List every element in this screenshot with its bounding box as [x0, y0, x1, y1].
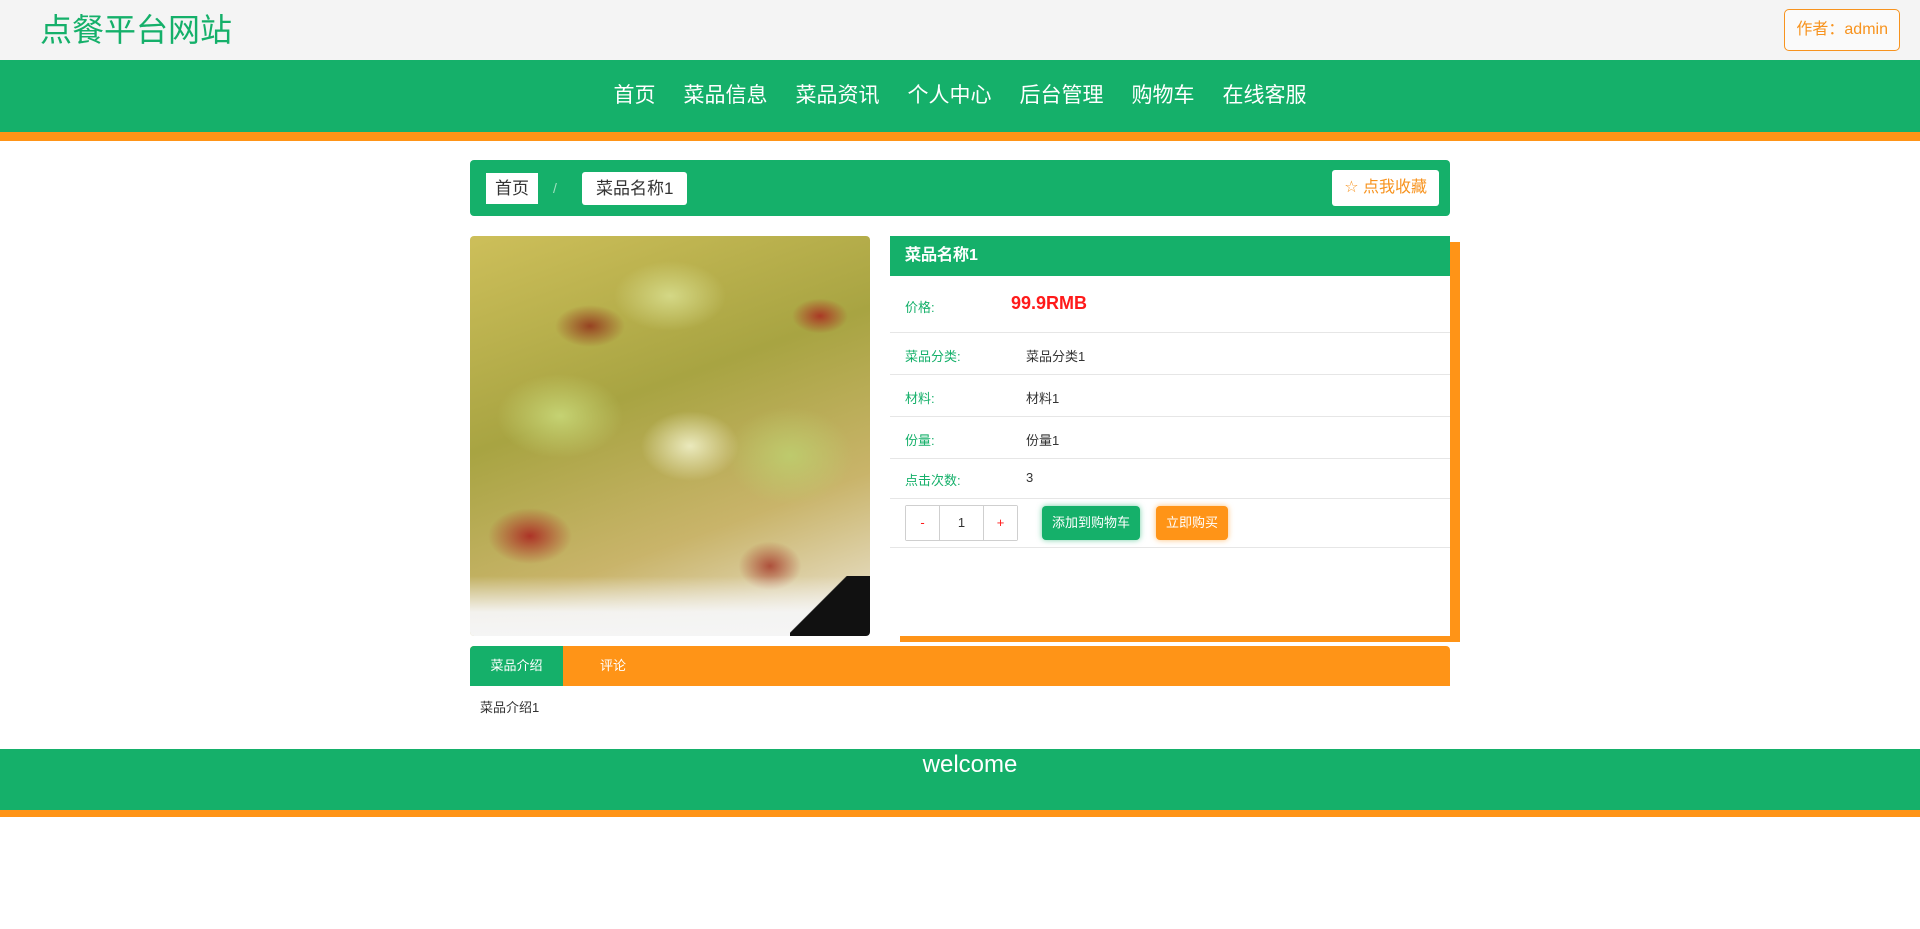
nav-item-admin[interactable]: 后台管理	[1006, 60, 1118, 132]
nav-item-cart[interactable]: 购物车	[1118, 60, 1209, 132]
author-button[interactable]: 作者：admin	[1784, 9, 1900, 51]
category-label: 菜品分类:	[905, 349, 961, 364]
breadcrumb: 首页 / 菜品名称1 ☆ 点我收藏	[470, 160, 1450, 216]
detail-tabs: 菜品介绍 评论	[470, 646, 1450, 686]
portion-value: 份量1	[1026, 433, 1060, 448]
favorite-button[interactable]: ☆ 点我收藏	[1332, 170, 1439, 206]
breadcrumb-current: 菜品名称1	[582, 172, 688, 205]
price-value: 99.9RMB	[1011, 293, 1088, 313]
quantity-minus-button[interactable]: -	[906, 506, 939, 540]
intro-content: 菜品介绍1	[480, 700, 540, 715]
quantity-plus-button[interactable]: +	[984, 506, 1017, 540]
clicks-row: 点击次数: 3	[890, 459, 1450, 499]
tab-comments[interactable]: 评论	[563, 646, 663, 686]
price-label: 价格:	[905, 300, 935, 315]
image-corner	[790, 576, 870, 636]
product-name: 菜品名称1	[890, 236, 1450, 276]
site-title[interactable]: 点餐平台网站	[40, 10, 232, 50]
nav-item-dish-info[interactable]: 菜品信息	[670, 60, 782, 132]
footer-text: welcome	[922, 751, 1018, 778]
category-row: 菜品分类: 菜品分类1	[890, 333, 1450, 375]
clicks-value: 3	[1026, 470, 1034, 485]
nav-item-support[interactable]: 在线客服	[1209, 60, 1321, 132]
nav-item-personal-center[interactable]: 个人中心	[894, 60, 1006, 132]
product-info-panel: 菜品名称1 价格: 99.9RMB 菜品分类: 菜品分类1 材料: 材料1 份量…	[890, 236, 1450, 636]
material-row: 材料: 材料1	[890, 375, 1450, 417]
actions-row: - 1 + 添加到购物车 立即购买	[890, 499, 1450, 548]
nav-item-dish-news[interactable]: 菜品资讯	[782, 60, 894, 132]
main-nav: 首页 菜品信息 菜品资讯 个人中心 后台管理 购物车 在线客服	[0, 60, 1920, 141]
portion-label: 份量:	[905, 433, 935, 448]
material-label: 材料:	[905, 391, 935, 406]
material-value: 材料1	[1026, 391, 1060, 406]
footer: welcome	[0, 749, 1920, 817]
category-value: 菜品分类1	[1026, 349, 1086, 364]
breadcrumb-home[interactable]: 首页	[486, 173, 538, 204]
top-bar: 点餐平台网站 作者：admin	[0, 0, 1920, 60]
buy-now-button[interactable]: 立即购买	[1156, 506, 1229, 540]
clicks-label: 点击次数:	[905, 473, 961, 488]
breadcrumb-separator: /	[553, 180, 557, 196]
nav-items: 首页 菜品信息 菜品资讯 个人中心 后台管理 购物车 在线客服	[0, 60, 1920, 132]
dish-image	[470, 236, 870, 636]
tab-intro[interactable]: 菜品介绍	[470, 646, 563, 686]
quantity-stepper: - 1 +	[905, 505, 1018, 541]
price-row: 价格: 99.9RMB	[890, 276, 1450, 333]
add-to-cart-button[interactable]: 添加到购物车	[1042, 506, 1141, 540]
nav-item-home[interactable]: 首页	[600, 60, 670, 132]
quantity-input[interactable]: 1	[939, 506, 984, 540]
portion-row: 份量: 份量1	[890, 417, 1450, 459]
